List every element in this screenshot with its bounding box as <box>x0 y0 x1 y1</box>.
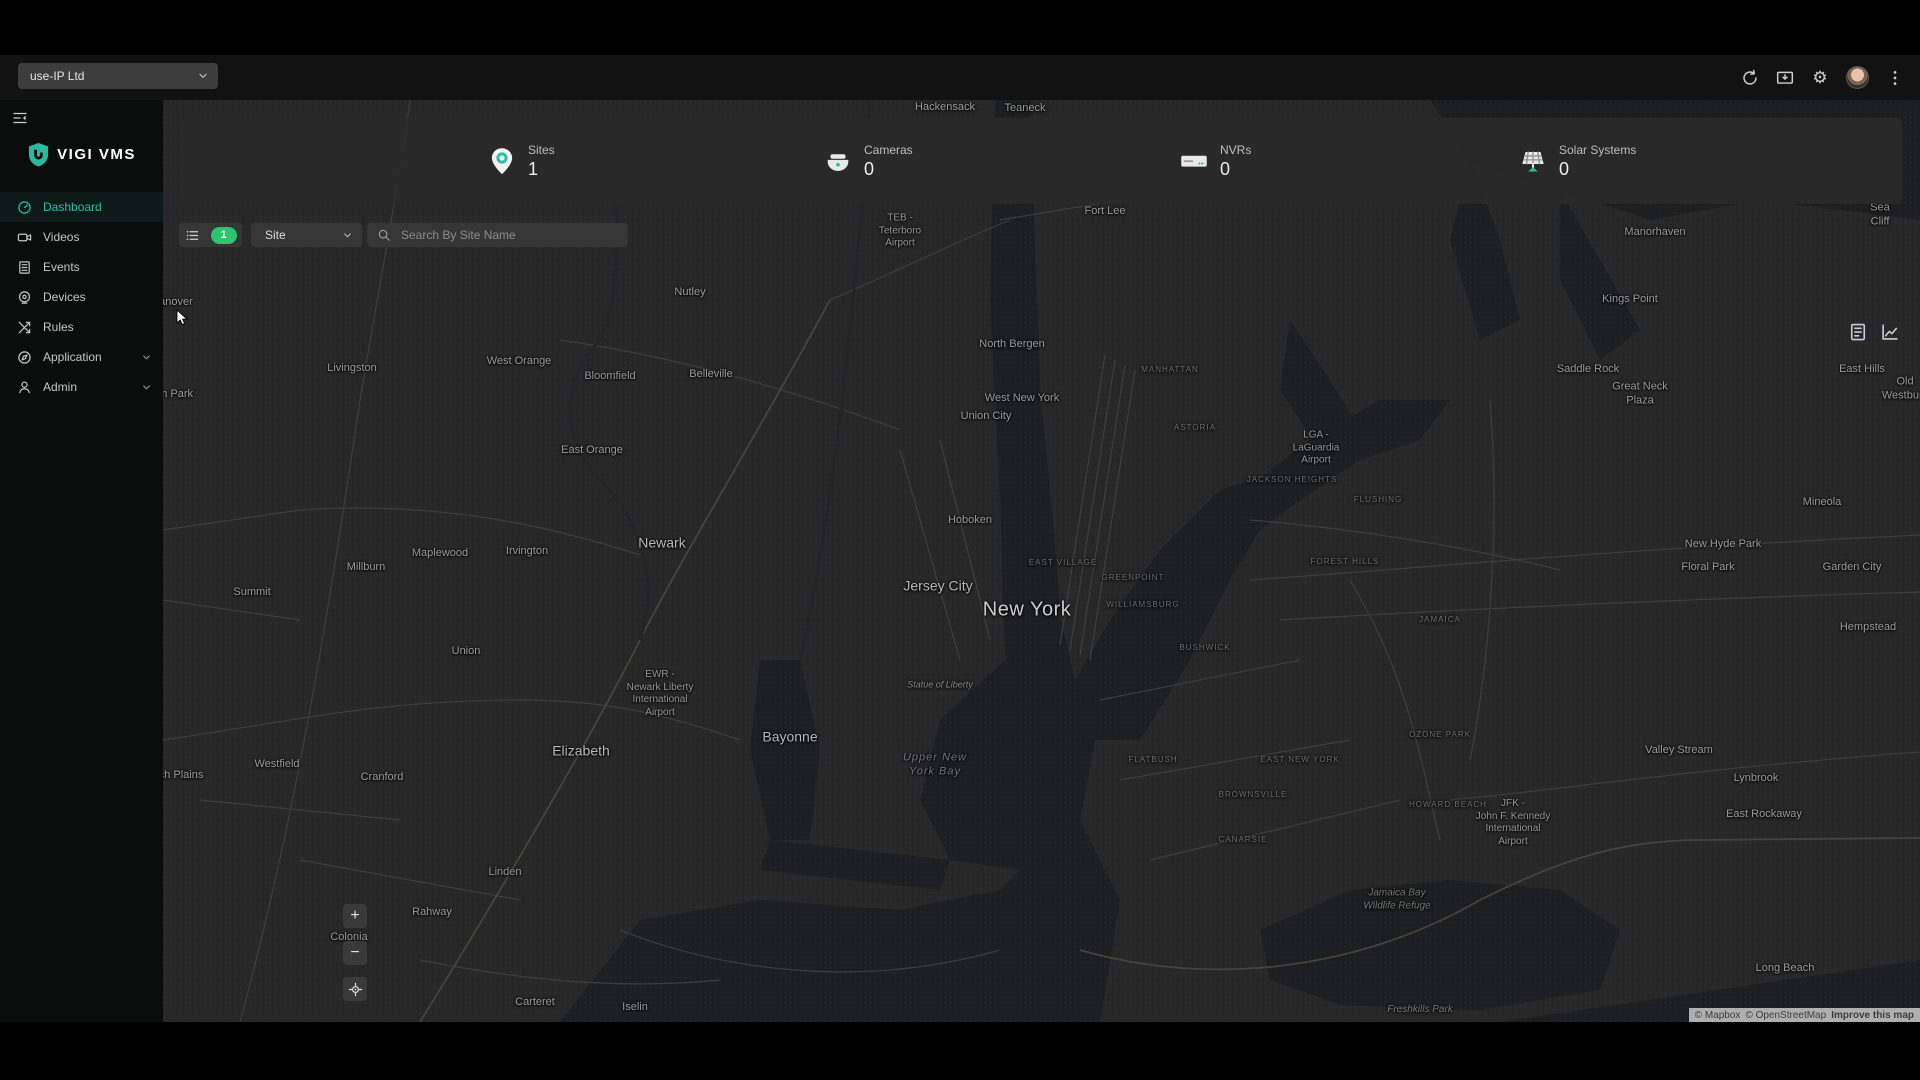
sidebar-item-devices[interactable]: Devices <box>0 282 163 312</box>
locate-icon <box>348 982 363 997</box>
sidebar-item-label: Rules <box>43 320 163 334</box>
sidebar-item-videos[interactable]: Videos <box>0 222 163 252</box>
attribution-osm-link[interactable]: © OpenStreetMap <box>1745 1010 1826 1021</box>
vigi-shield-icon <box>27 142 50 167</box>
statistics-icon[interactable] <box>1880 322 1900 342</box>
stat-cameras: Cameras 0 <box>823 118 913 204</box>
brand-logo: VIGI VMS <box>0 142 163 167</box>
chevron-down-icon <box>140 351 153 364</box>
geolocate-button[interactable] <box>343 977 367 1001</box>
rules-icon <box>17 320 32 335</box>
solar-panel-icon <box>1518 146 1548 176</box>
stat-sites: Sites 1 <box>487 118 555 204</box>
zoom-in-button[interactable]: + <box>343 904 367 928</box>
zoom-out-button[interactable]: − <box>343 941 367 965</box>
site-filter-select[interactable]: Site <box>251 223 362 247</box>
stat-value: 0 <box>1220 159 1251 180</box>
sidebar-item-events[interactable]: Events <box>0 252 163 282</box>
sidebar-item-rules[interactable]: Rules <box>0 312 163 342</box>
nvr-icon <box>1179 146 1209 176</box>
site-search-input[interactable] <box>399 227 628 243</box>
brand-text: VIGI VMS <box>57 146 136 163</box>
site-pin-icon <box>487 146 517 176</box>
stat-label: Solar Systems <box>1559 143 1636 157</box>
avatar[interactable] <box>1846 66 1869 89</box>
sidebar-item-label: Admin <box>43 380 140 394</box>
stat-nvrs: NVRs 0 <box>1179 118 1251 204</box>
topbar-actions: ⚙ <box>1741 55 1904 100</box>
more-icon[interactable] <box>1886 69 1904 87</box>
events-icon <box>17 260 32 275</box>
map-attribution: © Mapbox © OpenStreetMap Improve this ma… <box>1689 1008 1920 1022</box>
stat-label: Cameras <box>864 143 913 157</box>
site-filter-value: Site <box>265 228 341 242</box>
sidebar: VIGI VMS Dashboard Videos Events Devices Rul… <box>0 100 163 1022</box>
sidebar-item-application[interactable]: Application <box>0 342 163 372</box>
sidebar-item-label: Videos <box>43 230 163 244</box>
stat-solar-systems: Solar Systems 0 <box>1518 118 1636 204</box>
topbar: use-IP Ltd ⚙ <box>0 55 1920 100</box>
sidebar-item-dashboard[interactable]: Dashboard <box>0 192 163 222</box>
map-view-toggles <box>1848 322 1900 342</box>
stats-bar: Sites 1 Cameras 0 NVRs 0 Solar Systems 0 <box>180 118 1902 204</box>
chevron-down-icon <box>341 229 354 242</box>
organization-name: use-IP Ltd <box>30 69 196 83</box>
refresh-icon[interactable] <box>1741 69 1759 87</box>
screen-cast-icon[interactable] <box>1776 69 1794 87</box>
site-list-icon[interactable] <box>1848 322 1868 342</box>
search-icon <box>377 228 391 242</box>
sidebar-item-admin[interactable]: Admin <box>0 372 163 402</box>
sidebar-item-label: Devices <box>43 290 163 304</box>
chevron-down-icon <box>196 69 210 83</box>
stat-label: NVRs <box>1220 143 1251 157</box>
attribution-mapbox-link[interactable]: © Mapbox <box>1695 1010 1741 1021</box>
gauge-icon <box>17 200 32 215</box>
sidebar-item-label: Events <box>43 260 163 274</box>
device-icon <box>17 290 32 305</box>
organization-selector[interactable]: use-IP Ltd <box>18 63 218 89</box>
admin-icon <box>17 380 32 395</box>
site-list-toggle[interactable]: 1 <box>179 223 242 247</box>
stat-value: 0 <box>864 159 913 180</box>
stat-value: 1 <box>528 159 555 180</box>
camera-dome-icon <box>823 146 853 176</box>
sidebar-item-label: Dashboard <box>43 200 163 214</box>
video-icon <box>17 230 32 245</box>
settings-icon[interactable]: ⚙ <box>1811 69 1829 87</box>
improve-map-link[interactable]: Improve this map <box>1831 1010 1914 1021</box>
stat-label: Sites <box>528 143 555 157</box>
list-icon <box>185 228 200 243</box>
stat-value: 0 <box>1559 159 1636 180</box>
vigi-vms-app: use-IP Ltd ⚙ VIGI VMS Dashboard Videos Eve… <box>0 0 1920 1080</box>
search-box <box>367 223 628 247</box>
sidebar-item-label: Application <box>43 350 140 364</box>
collapse-sidebar-icon[interactable] <box>12 110 28 126</box>
application-icon <box>17 350 32 365</box>
sidebar-menu: Dashboard Videos Events Devices Rules Applica… <box>0 192 163 402</box>
site-count-badge[interactable]: 1 <box>211 227 237 244</box>
chevron-down-icon <box>140 381 153 394</box>
